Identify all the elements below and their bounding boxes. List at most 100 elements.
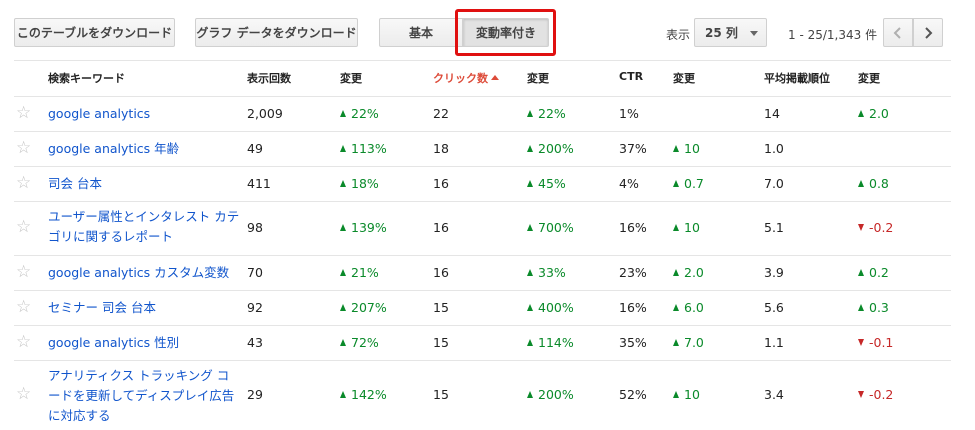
position-change: 2.0 — [858, 106, 889, 121]
header-impressions[interactable]: 表示回数 — [247, 70, 291, 86]
table-row: ☆ セミナー 司会 台本 92 207% 15 400% 16% 6.0 5.6 0.3 — [0, 290, 975, 326]
impressions-change: 207% — [340, 300, 387, 315]
header-avg-position[interactable]: 平均掲載順位 — [764, 70, 830, 86]
arrow-up-icon — [527, 145, 533, 152]
rows-label: 表示 — [666, 28, 691, 42]
star-icon[interactable]: ☆ — [16, 386, 31, 403]
ctr-change-value: 10 — [684, 220, 700, 235]
ctr-cell: 1% — [619, 106, 639, 121]
position-change-value: 0.8 — [869, 176, 889, 191]
arrow-up-icon — [858, 304, 864, 311]
ctr-cell: 37% — [619, 141, 647, 156]
clicks-change-value: 33% — [538, 265, 566, 280]
arrow-up-icon — [527, 391, 533, 398]
impressions-cell: 2,009 — [247, 106, 283, 121]
ctr-change: 10 — [673, 141, 700, 156]
clicks-change-value: 22% — [538, 106, 566, 121]
star-icon[interactable]: ☆ — [16, 299, 31, 316]
ctr-change: 10 — [673, 387, 700, 402]
header-position-change[interactable]: 変更 — [858, 70, 880, 86]
header-impressions-change[interactable]: 変更 — [340, 70, 362, 86]
table-row: ☆ google analytics 性別 43 72% 15 114% 35% 7.0 1.1… — [0, 325, 975, 361]
table-row: ☆ google analytics 2,009 22% 22 22% 1% 14 2.0 — [0, 97, 975, 132]
impressions-change: 22% — [340, 106, 379, 121]
arrow-up-icon — [673, 224, 679, 231]
next-page-button[interactable] — [913, 18, 943, 47]
table-row: ☆ google analytics カスタム変数 70 21% 16 33% 23% 2.0… — [0, 255, 975, 291]
clicks-change: 33% — [527, 265, 566, 280]
impressions-change: 139% — [340, 220, 387, 235]
position-change-value: -0.2 — [869, 387, 894, 402]
table-row: ☆ アナリティクス トラッキング コードを更新してディスプレイ広告に対応する 29 1… — [0, 360, 975, 430]
star-icon[interactable]: ☆ — [16, 334, 31, 351]
chevron-left-icon — [893, 26, 901, 39]
ctr-change-value: 6.0 — [684, 300, 704, 315]
arrow-up-icon — [673, 304, 679, 311]
impressions-change: 21% — [340, 265, 379, 280]
impressions-change-value: 139% — [351, 220, 387, 235]
arrow-up-icon — [340, 304, 346, 311]
arrow-up-icon — [673, 339, 679, 346]
header-ctr[interactable]: CTR — [619, 70, 643, 83]
ctr-cell: 23% — [619, 265, 647, 280]
arrow-up-icon — [858, 110, 864, 117]
position-change-value: 2.0 — [869, 106, 889, 121]
position-change: -0.2 — [858, 220, 893, 235]
clicks-change: 45% — [527, 176, 566, 191]
header-clicks[interactable]: クリック数 — [433, 70, 499, 86]
clicks-cell: 16 — [433, 220, 449, 235]
rows-select-value: 25 列 — [705, 26, 738, 40]
position-cell: 14 — [764, 106, 780, 121]
keyword-link[interactable]: アナリティクス トラッキング コードを更新してディスプレイ広告に対応する — [48, 366, 240, 426]
impressions-change-value: 113% — [351, 141, 387, 156]
download-chart-data-button[interactable]: グラフ データをダウンロード — [195, 18, 358, 47]
impressions-change-value: 21% — [351, 265, 379, 280]
arrow-up-icon — [340, 224, 346, 231]
header-keyword[interactable]: 検索キーワード — [48, 70, 125, 86]
clicks-change: 700% — [527, 220, 574, 235]
arrow-up-icon — [527, 269, 533, 276]
header-ctr-change[interactable]: 変更 — [673, 70, 695, 86]
ctr-change: 10 — [673, 220, 700, 235]
star-icon[interactable]: ☆ — [16, 264, 31, 281]
impressions-change: 18% — [340, 176, 379, 191]
keyword-link[interactable]: google analytics 性別 — [48, 333, 240, 353]
clicks-change: 200% — [527, 141, 574, 156]
header-clicks-change[interactable]: 変更 — [527, 70, 549, 86]
keyword-link[interactable]: ユーザー属性とインタレスト カテゴリに関するレポート — [48, 207, 240, 247]
clicks-change-value: 114% — [538, 335, 574, 350]
keyword-link[interactable]: google analytics — [48, 104, 240, 124]
arrow-down-icon — [858, 339, 864, 346]
keyword-link[interactable]: セミナー 司会 台本 — [48, 298, 240, 318]
ctr-change: 7.0 — [673, 335, 704, 350]
clicks-change-value: 200% — [538, 141, 574, 156]
star-icon[interactable]: ☆ — [16, 219, 31, 236]
table-row: ☆ 司会 台本 411 18% 16 45% 4% 0.7 7.0 0.8 — [0, 166, 975, 202]
arrow-up-icon — [527, 110, 533, 117]
clicks-cell: 16 — [433, 265, 449, 280]
position-change-value: 0.2 — [869, 265, 889, 280]
arrow-up-icon — [340, 110, 346, 117]
prev-page-button[interactable] — [883, 18, 913, 47]
keyword-link[interactable]: google analytics カスタム変数 — [48, 263, 240, 283]
star-icon[interactable]: ☆ — [16, 105, 31, 122]
view-basic-button[interactable]: 基本 — [379, 18, 463, 47]
header-clicks-label: クリック数 — [433, 72, 488, 85]
rows-per-page-select[interactable]: 25 列 — [694, 18, 767, 47]
arrow-up-icon — [340, 180, 346, 187]
keyword-link[interactable]: google analytics 年齢 — [48, 139, 240, 159]
clicks-change: 114% — [527, 335, 574, 350]
star-icon[interactable]: ☆ — [16, 175, 31, 192]
star-icon[interactable]: ☆ — [16, 140, 31, 157]
arrow-down-icon — [858, 391, 864, 398]
arrow-up-icon — [673, 145, 679, 152]
ctr-change: 2.0 — [673, 265, 704, 280]
position-change-value: 0.3 — [869, 300, 889, 315]
download-table-button[interactable]: このテーブルをダウンロード — [14, 18, 175, 47]
arrow-up-icon — [340, 269, 346, 276]
clicks-cell: 22 — [433, 106, 449, 121]
position-cell: 5.1 — [764, 220, 784, 235]
ctr-cell: 16% — [619, 300, 647, 315]
keyword-link[interactable]: 司会 台本 — [48, 174, 240, 194]
ctr-cell: 4% — [619, 176, 639, 191]
